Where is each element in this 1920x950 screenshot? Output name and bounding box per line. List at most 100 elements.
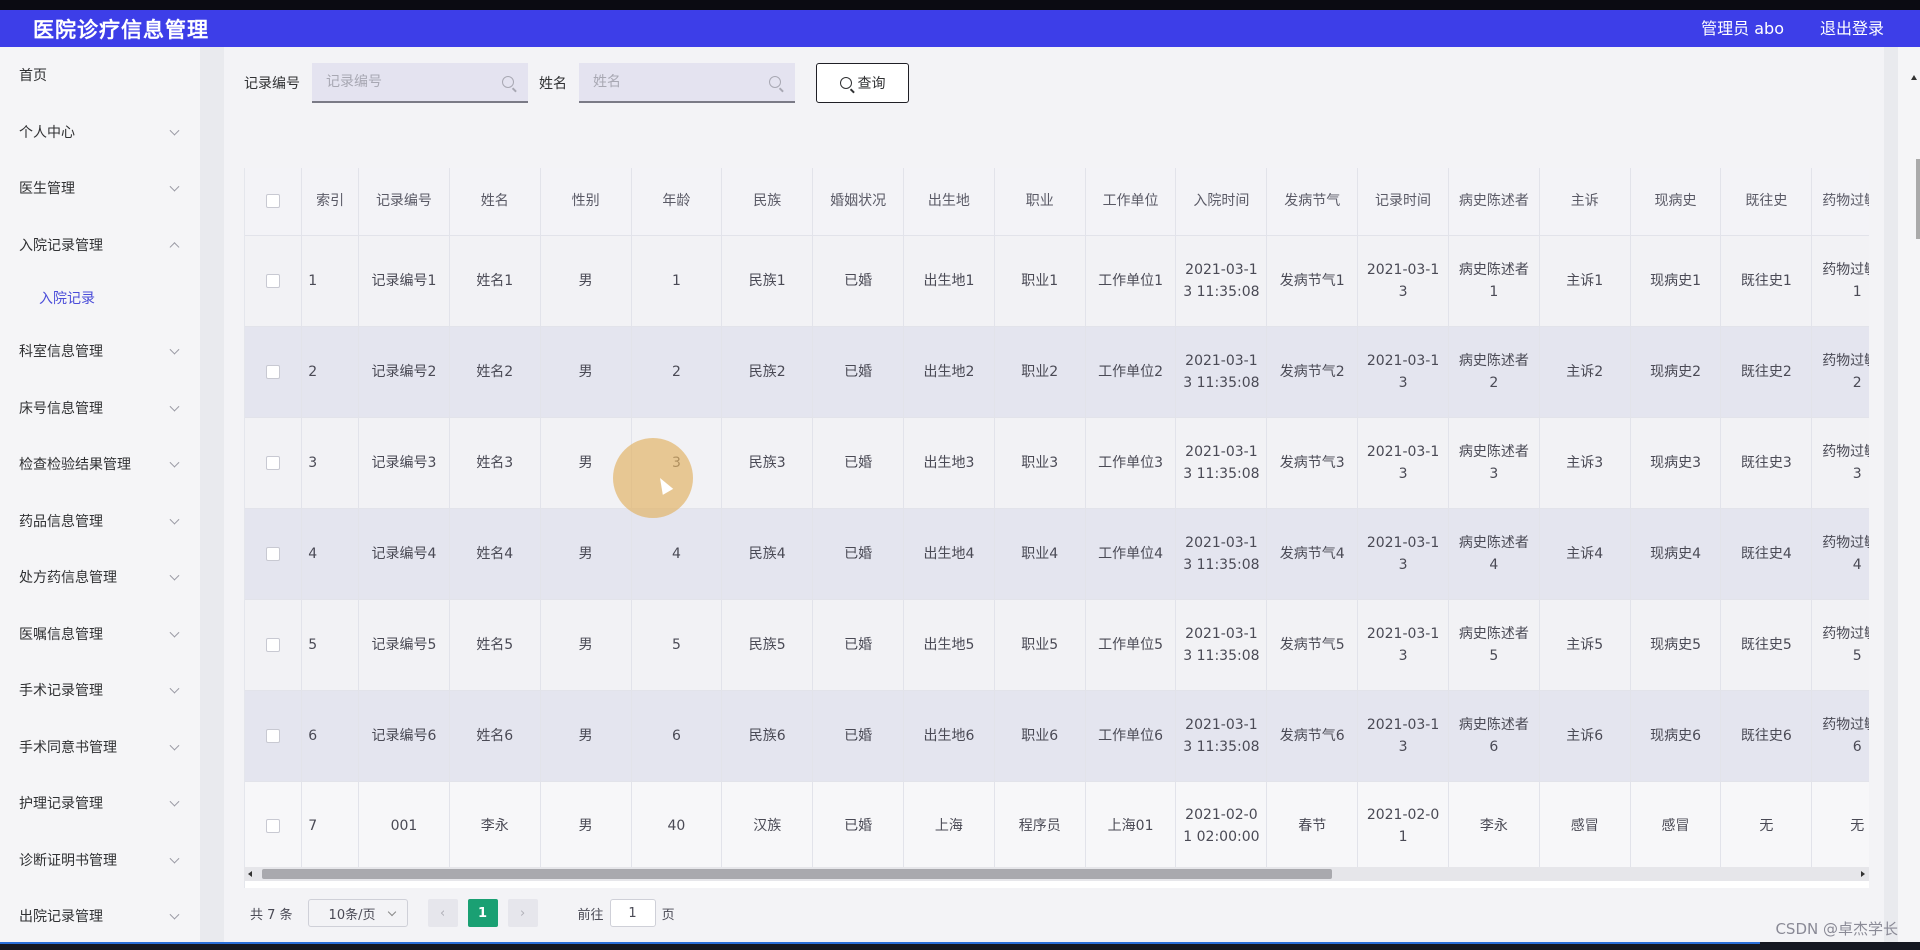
table-row[interactable]: 7 001 李永男 40 汉族 已婚 上海 程序员 上海01 2021-02-01 02:00:0… (245, 781, 1869, 872)
chevron-right-icon: › (519, 905, 526, 921)
table-cell: 民族4 (721, 508, 814, 600)
admin-user-label[interactable]: 管理员 abo (1701, 15, 1784, 39)
column-header: 发病节气 (1266, 168, 1359, 236)
sidebar-subitem-admission-records[interactable]: 入院记录 (0, 273, 200, 323)
row-checkbox[interactable] (266, 637, 281, 652)
goto-unit: 页 (661, 907, 675, 923)
scroll-right-icon[interactable] (1861, 871, 1865, 877)
sidebar-item-label: 诊断证明书管理 (19, 852, 117, 869)
table-cell: 40 (631, 781, 723, 872)
table-row[interactable]: 1 记录编号1 姓名1 男 1 民族1 已婚 出生地1 职业1 工作单位1 2021-03-13 1… (245, 235, 1869, 327)
table-cell: 姓名1 (449, 235, 541, 327)
table-row[interactable]: 5 记录编号5 姓名5 男 5 民族5 已婚 出生地5 职业5 工作单位5 2021-03-13 1… (245, 599, 1869, 691)
sidebar-item-discharge-records-management[interactable]: 出院记录管理 (0, 888, 200, 942)
goto-page-input[interactable]: 1 (609, 899, 656, 927)
sidebar-item-label: 科室信息管理 (19, 344, 103, 361)
table-cell: 2 (301, 326, 360, 418)
table-cell: 已婚 (812, 508, 904, 600)
admission-records-table: 索引 记录编号 姓名 性别 年龄 民族 婚姻状况 出生地 职业 工作单位 入院时间 发病节气 记录时间病… (245, 168, 1869, 872)
name-label: 姓名 (539, 76, 567, 92)
table-cell: 现病史5 (1630, 599, 1722, 691)
vertical-scrollbar-thumb[interactable] (1916, 159, 1920, 239)
table-cell: 发病节气5 (1266, 599, 1359, 691)
query-button[interactable]: 查询 (816, 63, 909, 103)
row-checkbox[interactable] (266, 819, 281, 833)
table-cell: 2021-03-13 (1357, 235, 1449, 327)
sidebar-item-surgery-records-management[interactable]: 手术记录管理 (0, 662, 200, 719)
page-size-select[interactable]: 10条/页 (307, 899, 408, 927)
row-checkbox[interactable] (266, 364, 281, 379)
watermark: CSDN @卓杰学长 (1775, 920, 1898, 938)
sidebar-menu: 首页 个人中心 医生管理 入院记录管理 入院记录 科室信息管理 床号信息管理 检… (0, 47, 200, 942)
table-cell: 上海 (903, 781, 995, 872)
table-row[interactable]: 6 记录编号6 姓名6 男 6 民族6 已婚 出生地6 职业6 工作单位6 2021-03-13 1… (245, 690, 1869, 782)
table-cell: 2021-03-13 11:35:08 (1175, 690, 1268, 782)
table-cell: 职业3 (994, 417, 1086, 509)
record-number-input[interactable] (326, 74, 496, 90)
table-cell: 发病节气1 (1266, 235, 1359, 327)
chevron-down-icon (169, 125, 180, 136)
table-row[interactable]: 3 记录编号3 姓名3 男 3 民族3 已婚 出生地3 职业3 工作单位3 2021-03-13 1… (245, 417, 1869, 509)
table-cell: 发病节气6 (1266, 690, 1359, 782)
sidebar-item-home[interactable]: 首页 (0, 47, 200, 104)
row-checkbox[interactable] (266, 273, 281, 288)
sidebar-item-doctor-management[interactable]: 医生管理 (0, 160, 200, 217)
table-cell: 姓名3 (449, 417, 541, 509)
table-cell: 李永 (1448, 781, 1540, 872)
sidebar-item-prescription-management[interactable]: 处方药信息管理 (0, 549, 200, 606)
sidebar-item-diagnosis-certificate-management[interactable]: 诊断证明书管理 (0, 832, 200, 889)
table-cell: 既往史4 (1720, 508, 1813, 600)
table-row[interactable]: 4 记录编号4 姓名4 男 4 民族4 已婚 出生地4 职业4 工作单位4 2021-03-13 1… (245, 508, 1869, 600)
table-cell: 6 (301, 690, 360, 782)
prev-page-button[interactable]: ‹ (427, 899, 458, 927)
table-cell: 已婚 (812, 417, 904, 509)
row-checkbox[interactable] (266, 728, 281, 743)
page-number-button[interactable]: 1 (467, 899, 498, 927)
name-input[interactable] (593, 74, 763, 90)
table-cell: 已婚 (812, 235, 904, 327)
column-header: 婚姻状况 (812, 168, 904, 236)
table-cell: 程序员 (994, 781, 1086, 872)
name-field[interactable] (579, 63, 795, 103)
table-cell: 发病节气4 (1266, 508, 1359, 600)
search-bar: 记录编号 姓名 查询 (244, 63, 909, 103)
sidebar-item-label: 首页 (19, 68, 47, 85)
top-header-bar: 医院诊疗信息管理 管理员 abo 退出登录 (0, 0, 1920, 47)
table-cell: 出生地6 (903, 690, 995, 782)
table-cell: 民族3 (721, 417, 814, 509)
horizontal-scrollbar-thumb[interactable] (262, 869, 1332, 879)
vertical-scrollbar[interactable] (1898, 47, 1920, 942)
table-cell: 工作单位4 (1085, 508, 1177, 600)
sidebar-item-department-management[interactable]: 科室信息管理 (0, 323, 200, 380)
horizontal-scrollbar[interactable] (244, 867, 1869, 881)
table-cell: 民族1 (721, 235, 814, 327)
table-cell: 职业5 (994, 599, 1086, 691)
sidebar-item-surgery-consent-management[interactable]: 手术同意书管理 (0, 719, 200, 776)
sidebar-item-medical-orders-management[interactable]: 医嘱信息管理 (0, 606, 200, 663)
row-checkbox[interactable] (266, 546, 281, 561)
scroll-up-icon[interactable] (1911, 75, 1917, 80)
app-title: 医院诊疗信息管理 (33, 18, 209, 42)
row-checkbox[interactable] (266, 455, 281, 470)
select-all-checkbox[interactable] (266, 194, 281, 209)
table-cell: 职业2 (994, 326, 1086, 418)
scroll-left-icon[interactable] (248, 871, 252, 877)
table-cell: 2021-03-13 (1357, 417, 1449, 509)
sidebar-item-bed-management[interactable]: 床号信息管理 (0, 380, 200, 437)
sidebar-item-nursing-records-management[interactable]: 护理记录管理 (0, 775, 200, 832)
table-cell: 记录编号3 (358, 417, 450, 509)
next-page-button[interactable]: › (507, 899, 538, 927)
logout-link[interactable]: 退出登录 (1820, 15, 1884, 39)
sidebar-item-admission-records-management[interactable]: 入院记录管理 (0, 217, 200, 274)
table-cell: 男 (540, 326, 632, 418)
table-cell: 无 (1720, 781, 1813, 872)
table-cell: 病史陈述者4 (1448, 508, 1540, 600)
table-cell: 2021-03-13 (1357, 690, 1449, 782)
sidebar-item-drug-management[interactable]: 药品信息管理 (0, 493, 200, 550)
table-cell: 发病节气3 (1266, 417, 1359, 509)
sidebar-item-personal-center[interactable]: 个人中心 (0, 104, 200, 161)
record-number-field[interactable] (312, 63, 528, 103)
column-header: 既往史 (1720, 168, 1813, 236)
table-row[interactable]: 2 记录编号2 姓名2 男 2 民族2 已婚 出生地2 职业2 工作单位2 2021-03-13 1… (245, 326, 1869, 418)
sidebar-item-exam-results-management[interactable]: 检查检验结果管理 (0, 436, 200, 493)
